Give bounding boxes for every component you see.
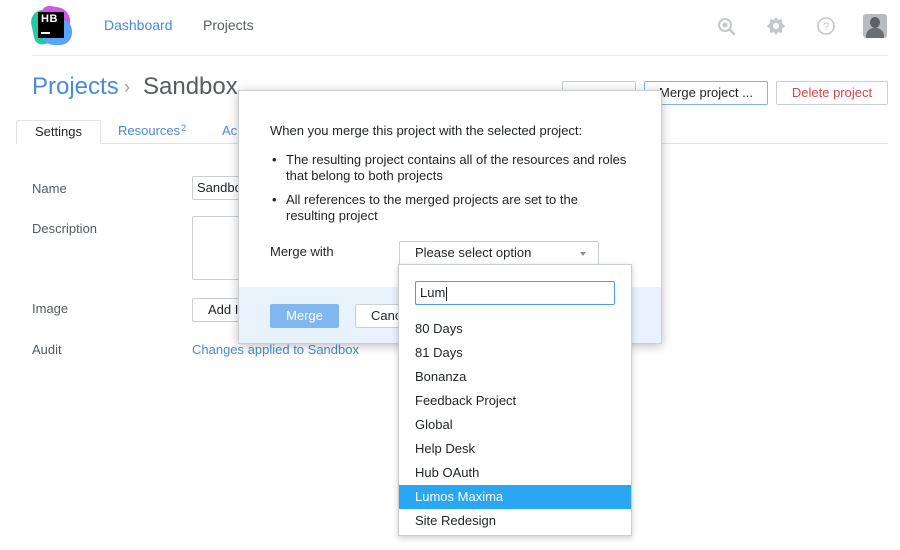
list-item[interactable]: Bonanza — [399, 365, 631, 389]
help-icon[interactable]: ? — [816, 16, 836, 36]
nav-dashboard-link[interactable]: Dashboard — [104, 17, 173, 33]
logo-text: HB — [41, 13, 58, 25]
user-avatar[interactable] — [863, 14, 887, 38]
tab-resources[interactable]: Resources2 — [118, 120, 186, 144]
chevron-down-icon — [580, 252, 586, 256]
merge-with-label: Merge with — [270, 244, 334, 259]
tab-access[interactable]: Ac — [222, 120, 237, 144]
hub-logo[interactable]: HB — [28, 4, 73, 47]
merge-button[interactable]: Merge — [270, 304, 339, 328]
text-cursor — [446, 286, 448, 301]
list-item[interactable]: Hub OAuth — [399, 461, 631, 485]
options-list: 80 Days 81 Days Bonanza Feedback Project… — [399, 317, 631, 533]
tab-resources-label: Resources — [118, 123, 181, 138]
list-item: The resulting project contains all of th… — [270, 152, 630, 184]
resources-count-badge: 2 — [181, 123, 187, 133]
audit-label: Audit — [32, 342, 62, 357]
merge-project-button[interactable]: Merge project ... — [644, 81, 768, 105]
top-bar: HB Dashboard Projects ? — [0, 0, 900, 56]
tab-settings[interactable]: Settings — [16, 120, 101, 144]
list-item[interactable]: Feedback Project — [399, 389, 631, 413]
select-placeholder: Please select option — [415, 245, 532, 260]
svg-text:?: ? — [823, 21, 829, 33]
nav-projects-link[interactable]: Projects — [203, 17, 254, 33]
gear-icon[interactable] — [766, 16, 786, 36]
search-icon[interactable] — [716, 16, 736, 36]
breadcrumb-projects-link[interactable]: Projects — [32, 73, 119, 101]
list-item[interactable]: Help Desk — [399, 437, 631, 461]
logo-underscore — [41, 32, 50, 34]
merge-options-dropdown: Lum 80 Days 81 Days Bonanza Feedback Pro… — [398, 264, 632, 536]
avatar-head — [870, 17, 880, 28]
name-label: Name — [32, 181, 67, 196]
dialog-bullets: The resulting project contains all of th… — [270, 152, 630, 232]
description-label: Description — [32, 221, 98, 236]
list-item[interactable]: Site Redesign — [399, 509, 631, 533]
merge-with-select[interactable]: Please select option — [399, 241, 599, 265]
list-item[interactable]: 81 Days — [399, 341, 631, 365]
list-item: All references to the merged projects ar… — [270, 192, 630, 224]
list-item-selected[interactable]: Lumos Maxima — [399, 485, 631, 509]
avatar-body — [866, 28, 884, 38]
delete-project-button[interactable]: Delete project — [776, 81, 888, 105]
top-bar-divider — [32, 55, 888, 56]
dialog-intro: When you merge this project with the sel… — [270, 123, 583, 138]
audit-link[interactable]: Changes applied to Sandbox — [192, 342, 359, 357]
breadcrumb-separator: › — [124, 77, 130, 97]
image-label: Image — [32, 301, 69, 316]
filter-value: Lum — [420, 285, 446, 300]
filter-input[interactable]: Lum — [415, 281, 615, 305]
list-item[interactable]: 80 Days — [399, 317, 631, 341]
page-title: Sandbox — [143, 73, 238, 100]
list-item[interactable]: Global — [399, 413, 631, 437]
